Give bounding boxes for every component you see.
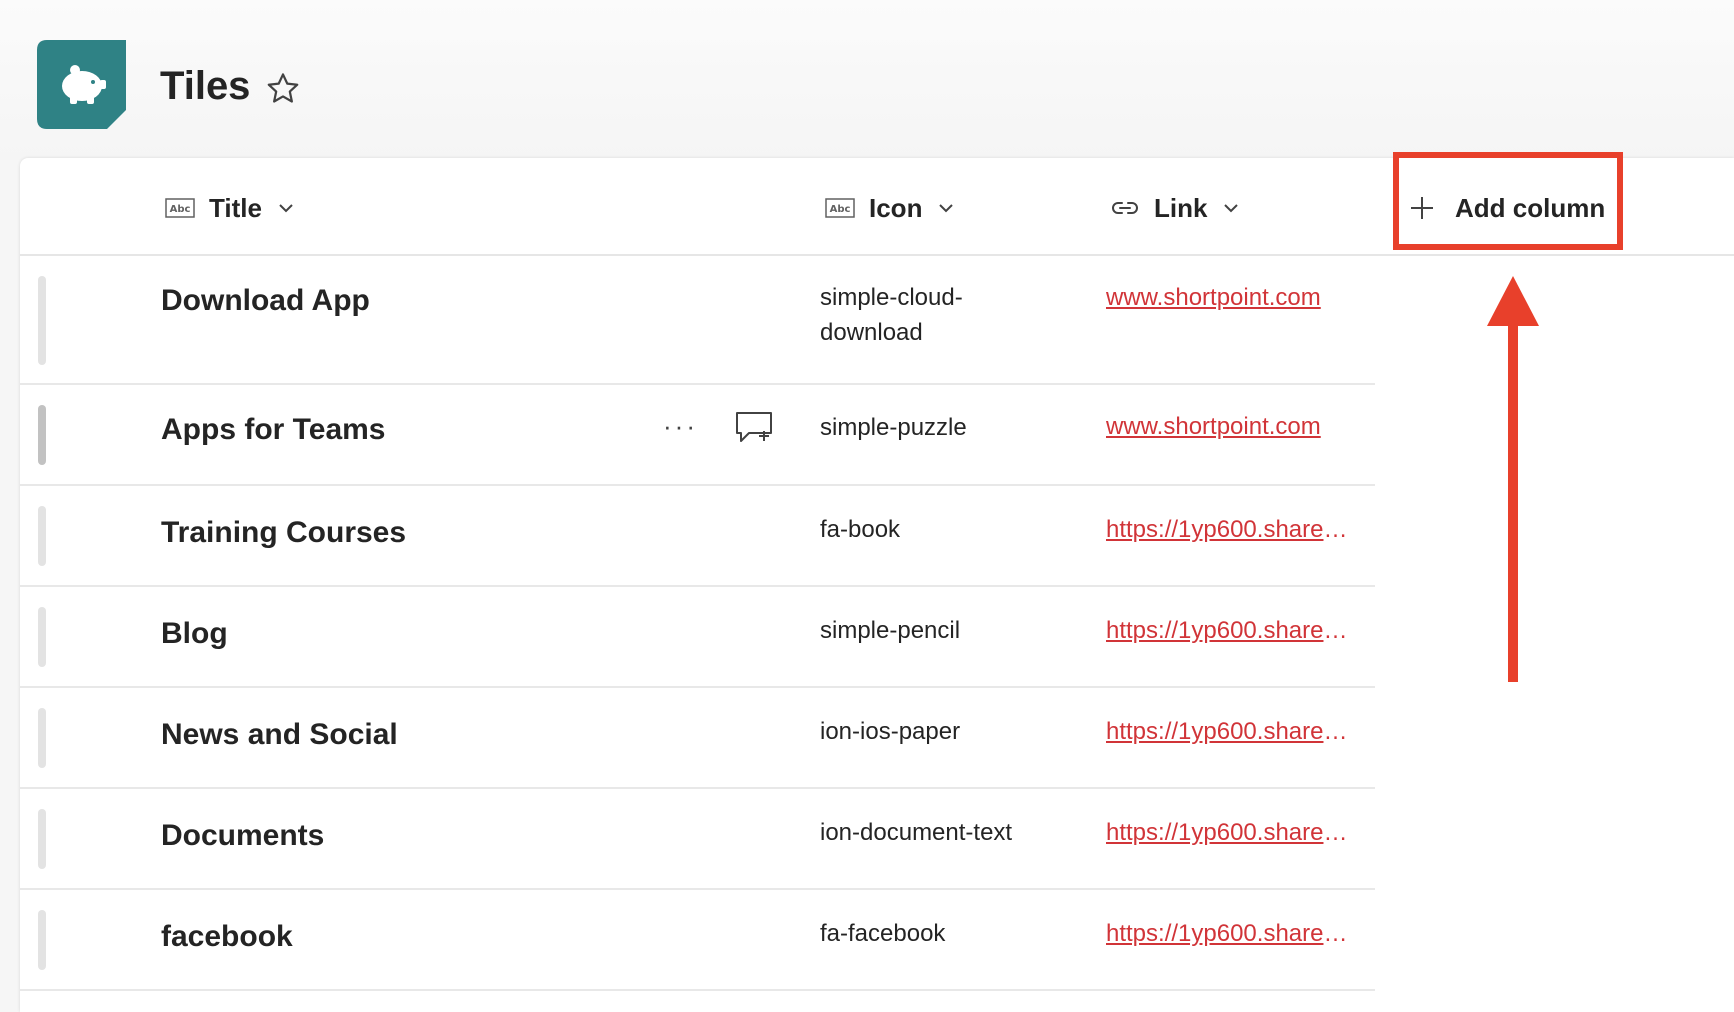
- row-link-text[interactable]: https://1yp600.sharepoint.com: [1106, 819, 1356, 846]
- list-view: Abc Title Abc Icon Link Add column Downl…: [20, 152, 1734, 1012]
- chevron-down-icon: [279, 204, 293, 213]
- chevron-down-icon: [1224, 204, 1239, 213]
- add-column-label: Add column: [1455, 192, 1606, 223]
- site-header: Tiles: [0, 0, 1734, 160]
- row-link[interactable]: www.shortpoint.com: [1106, 284, 1356, 312]
- row-icon-value: ion-ios-paper: [820, 718, 961, 745]
- text-abc-icon: Abc: [165, 198, 195, 218]
- row-icon-value: ion-document-text: [820, 819, 1013, 846]
- row-title[interactable]: Blog: [161, 617, 228, 651]
- table-row[interactable]: facebook fa-facebook https://1yp600.shar…: [20, 890, 1375, 991]
- list-rows: Download App simple-cloud-download www.s…: [20, 256, 1375, 991]
- more-options-button[interactable]: ···: [663, 411, 698, 442]
- add-comment-icon[interactable]: [735, 411, 773, 445]
- column-header-label: Title: [209, 192, 262, 223]
- link-icon: [1112, 202, 1138, 214]
- row-link-text[interactable]: https://1yp600.sharepoint.com: [1106, 718, 1356, 745]
- row-link-text[interactable]: https://1yp600.sharepoint.com: [1106, 516, 1356, 543]
- row-select-handle[interactable]: [38, 607, 46, 667]
- row-title[interactable]: News and Social: [161, 718, 398, 752]
- annotation-arrow-icon: [1487, 276, 1539, 682]
- row-link-text[interactable]: www.shortpoint.com: [1106, 413, 1321, 440]
- column-header-row: Abc Title Abc Icon Link Add column: [20, 152, 1734, 256]
- table-row[interactable]: Training Courses fa-book https://1yp600.…: [20, 486, 1375, 587]
- column-header-label: Link: [1154, 192, 1208, 223]
- row-icon-value: simple-puzzle: [820, 414, 967, 441]
- table-row[interactable]: Blog simple-pencil https://1yp600.sharep…: [20, 587, 1375, 688]
- table-row[interactable]: Apps for Teams ··· simple-puzzle www.sho…: [20, 385, 1375, 486]
- table-row[interactable]: News and Social ion-ios-paper https://1y…: [20, 688, 1375, 789]
- row-title[interactable]: Training Courses: [161, 516, 406, 550]
- row-icon-value: simple-pencil: [820, 617, 961, 644]
- star-outline-icon[interactable]: [264, 70, 302, 108]
- row-link[interactable]: https://1yp600.sharepoint.com: [1106, 718, 1356, 746]
- plus-icon: [1411, 197, 1433, 219]
- page-title: Tiles: [160, 64, 251, 108]
- row-link[interactable]: https://1yp600.sharepoint.com: [1106, 516, 1356, 544]
- row-title[interactable]: Documents: [161, 819, 324, 853]
- add-column-button[interactable]: Add column: [1409, 188, 1605, 228]
- column-header-link[interactable]: Link: [1110, 188, 1241, 228]
- row-select-handle[interactable]: [38, 708, 46, 768]
- column-header-icon[interactable]: Abc Icon: [825, 188, 956, 228]
- row-title[interactable]: Apps for Teams: [161, 413, 386, 447]
- row-link[interactable]: https://1yp600.sharepoint.com: [1106, 920, 1356, 948]
- row-select-handle[interactable]: [38, 910, 46, 970]
- row-link-text[interactable]: https://1yp600.sharepoint.com: [1106, 920, 1356, 947]
- row-select-handle[interactable]: [38, 506, 46, 566]
- table-row[interactable]: Download App simple-cloud-download www.s…: [20, 256, 1375, 385]
- row-link[interactable]: www.shortpoint.com: [1106, 413, 1356, 441]
- table-row[interactable]: Documents ion-document-text https://1yp6…: [20, 789, 1375, 890]
- svg-text:Abc: Abc: [170, 204, 191, 215]
- row-link[interactable]: https://1yp600.sharepoint.com: [1106, 819, 1356, 847]
- chevron-down-icon: [939, 204, 954, 213]
- row-icon-value: fa-book: [820, 516, 901, 543]
- column-header-title[interactable]: Abc Title: [165, 188, 296, 228]
- row-icon-value: fa-facebook: [820, 920, 946, 947]
- row-link-text[interactable]: https://1yp600.sharepoint.com: [1106, 617, 1356, 644]
- piggy-bank-icon[interactable]: [37, 40, 126, 129]
- svg-text:Abc: Abc: [830, 204, 851, 215]
- row-title[interactable]: facebook: [161, 920, 293, 954]
- row-link[interactable]: https://1yp600.sharepoint.com: [1106, 617, 1356, 645]
- column-header-label: Icon: [869, 192, 923, 223]
- row-select-handle[interactable]: [38, 276, 46, 365]
- row-link-text[interactable]: www.shortpoint.com: [1106, 284, 1321, 311]
- text-abc-icon: Abc: [825, 198, 855, 218]
- row-select-handle[interactable]: [38, 809, 46, 869]
- row-icon-value: simple-cloud-download: [820, 284, 963, 346]
- row-title[interactable]: Download App: [161, 284, 370, 318]
- row-select-handle[interactable]: [38, 405, 46, 465]
